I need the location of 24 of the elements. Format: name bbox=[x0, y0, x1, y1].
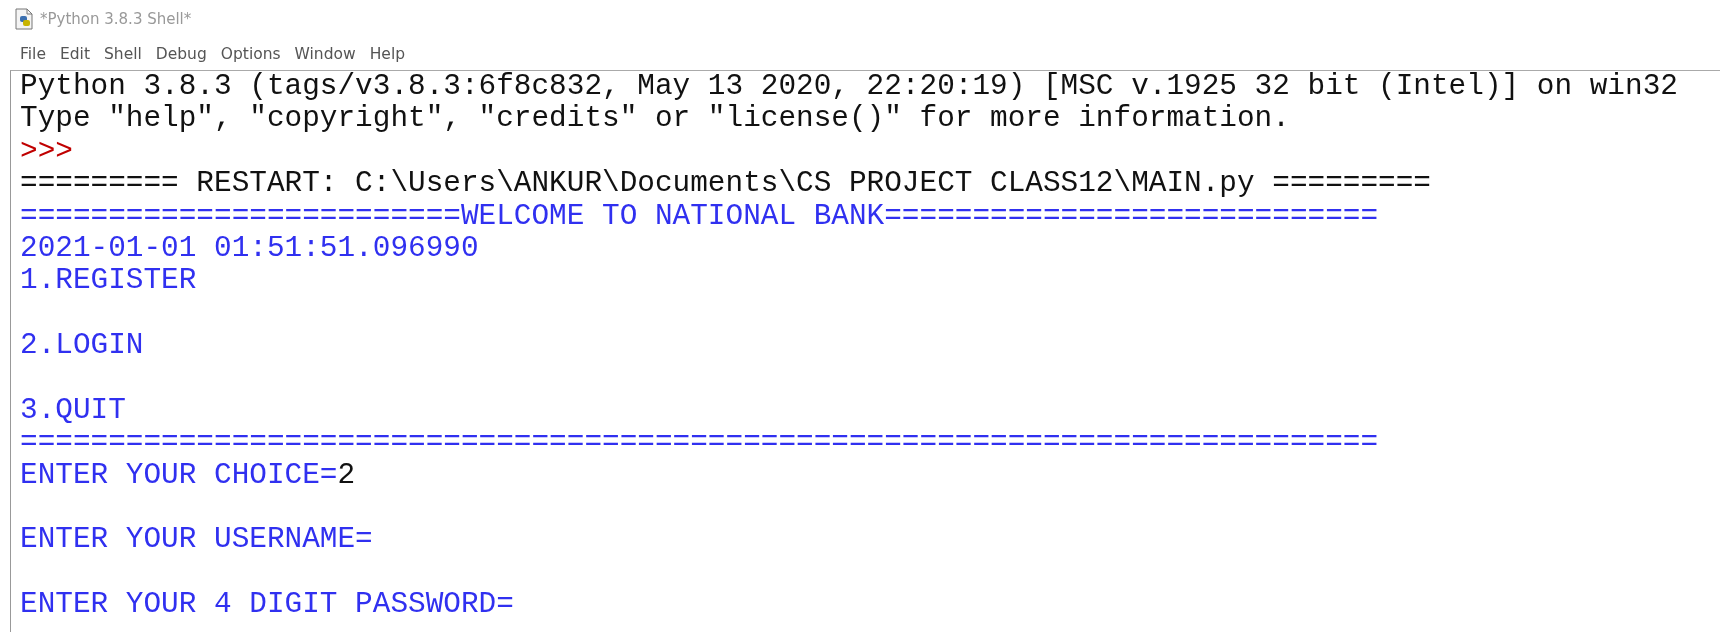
menu-item[interactable]: Options bbox=[220, 45, 281, 63]
window-title: *Python 3.8.3 Shell* bbox=[40, 10, 192, 28]
shell-output: Type "help", "copyright", "credits" or "license()" for more information. bbox=[20, 102, 1290, 136]
menu-item[interactable]: Window bbox=[294, 45, 356, 63]
program-output: =========================WELCOME TO NATIONAL BANK============================ bbox=[20, 199, 1379, 233]
menu-item[interactable]: Edit bbox=[59, 45, 90, 63]
menu-item[interactable]: Shell bbox=[103, 45, 142, 63]
program-output: ============================================================================= bbox=[20, 426, 1379, 460]
shell-output: Python 3.8.3 (tags/v3.8.3:6f8c832, May 13 2020, 22:20:19) [MSC v.1925 32 bit (Intel)] on win32 bbox=[20, 71, 1678, 103]
shell-text-area[interactable] bbox=[10, 70, 1720, 632]
typed-answer-text: 2 bbox=[337, 458, 356, 492]
program-output: 2021-01-01 01:51:51.096990 bbox=[20, 231, 479, 265]
menu-item[interactable]: File bbox=[20, 45, 46, 63]
program-output: ENTER YOUR 4 DIGIT PASSWORD= bbox=[20, 588, 514, 622]
shell-output: ========= RESTART: C:\Users\ANKUR\Documents\CS PROJECT CLASS12\MAIN.py ========= bbox=[20, 167, 1431, 201]
program-output: 2.LOGIN bbox=[20, 329, 144, 363]
program-output: ENTER YOUR CHOICE= bbox=[20, 458, 338, 492]
menu-item[interactable]: Debug bbox=[155, 45, 207, 63]
program-output: 3.QUIT bbox=[20, 393, 126, 427]
program-output: 1.REGISTER bbox=[20, 264, 197, 298]
menu-item[interactable]: Help bbox=[369, 45, 406, 63]
shell-prompt: >>> bbox=[20, 134, 73, 168]
python-file-icon bbox=[14, 8, 34, 30]
program-output: ENTER YOUR USERNAME= bbox=[20, 523, 373, 557]
